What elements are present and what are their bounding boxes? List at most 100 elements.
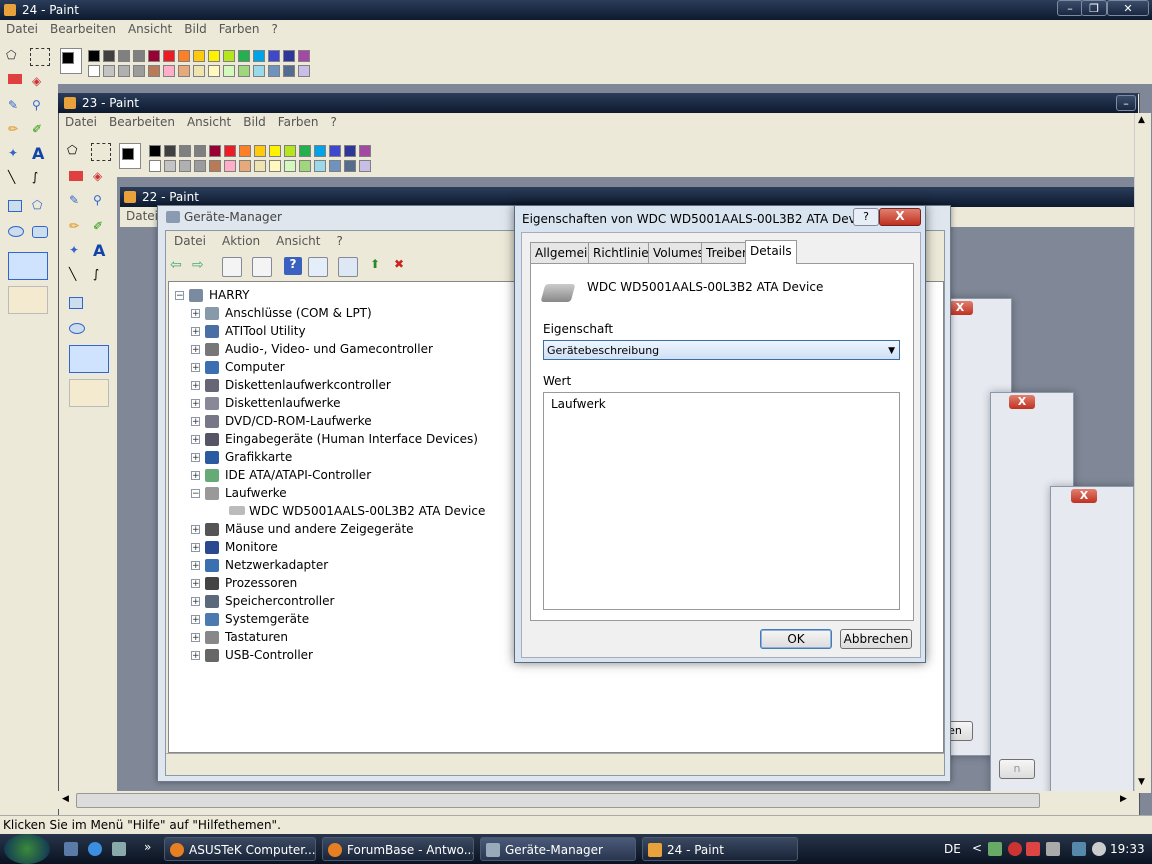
magnifier-icon[interactable]: ⚲ bbox=[32, 98, 52, 118]
tray-tool-icon[interactable] bbox=[1046, 842, 1060, 856]
update-driver-icon[interactable]: ⬆ bbox=[370, 257, 388, 275]
tray-app-icon[interactable] bbox=[988, 842, 1002, 856]
palette-swatch[interactable] bbox=[299, 160, 311, 172]
palette-swatch[interactable] bbox=[283, 50, 295, 62]
expand-icon[interactable]: + bbox=[191, 525, 200, 535]
rectangle-icon[interactable] bbox=[69, 297, 83, 309]
palette-swatch[interactable] bbox=[283, 65, 295, 77]
palette-swatch[interactable] bbox=[88, 65, 100, 77]
network-icon[interactable] bbox=[1072, 842, 1086, 856]
volume-icon[interactable] bbox=[1092, 842, 1106, 856]
paint23-titlebar[interactable]: 23 - Paint – bbox=[58, 93, 1138, 113]
palette-swatch[interactable] bbox=[224, 145, 236, 157]
menu-datei[interactable]: Datei bbox=[59, 113, 103, 131]
dialog-button-partial[interactable]: n bbox=[999, 759, 1035, 779]
palette-swatch[interactable] bbox=[359, 145, 371, 157]
expand-icon[interactable]: + bbox=[191, 579, 200, 589]
palette-swatch[interactable] bbox=[103, 65, 115, 77]
properties-dialog[interactable]: Eigenschaften von WDC WD5001AALS-00L3B2 … bbox=[514, 205, 926, 663]
tray-expand-icon[interactable]: < bbox=[972, 841, 982, 855]
palette-swatch[interactable] bbox=[269, 160, 281, 172]
property-select[interactable]: Gerätebeschreibung ▼ bbox=[543, 340, 900, 360]
up-icon[interactable] bbox=[222, 257, 242, 277]
palette-swatch[interactable] bbox=[88, 50, 100, 62]
palette-swatch[interactable] bbox=[344, 145, 356, 157]
free-select-icon[interactable]: ⬠ bbox=[67, 143, 87, 163]
rect-select-icon[interactable] bbox=[91, 143, 111, 161]
ellipse-icon[interactable] bbox=[8, 226, 24, 237]
palette-swatch[interactable] bbox=[254, 145, 266, 157]
palette-swatch[interactable] bbox=[239, 145, 251, 157]
palette-swatch[interactable] bbox=[238, 50, 250, 62]
pencil-icon[interactable]: ✏ bbox=[8, 122, 28, 142]
palette-swatch[interactable] bbox=[239, 160, 251, 172]
palette-swatch[interactable] bbox=[329, 160, 341, 172]
palette-swatch[interactable] bbox=[163, 50, 175, 62]
palette-swatch[interactable] bbox=[284, 160, 296, 172]
show-desktop-icon[interactable] bbox=[64, 842, 78, 856]
scroll-thumb[interactable] bbox=[76, 793, 1040, 808]
foreground-color[interactable] bbox=[62, 52, 74, 64]
tray-error-icon[interactable] bbox=[1008, 842, 1022, 856]
palette-swatch[interactable] bbox=[298, 50, 310, 62]
menu-farben[interactable]: Farben bbox=[213, 20, 266, 38]
airbrush-icon[interactable]: ✦ bbox=[69, 243, 89, 263]
expand-icon[interactable]: + bbox=[191, 327, 200, 337]
expand-icon[interactable]: + bbox=[191, 471, 200, 481]
palette-swatch[interactable] bbox=[268, 50, 280, 62]
foreground-color[interactable] bbox=[122, 148, 134, 160]
value-list[interactable]: Laufwerk bbox=[543, 392, 900, 610]
palette-swatch[interactable] bbox=[148, 65, 160, 77]
minimize-button[interactable]: – bbox=[1057, 0, 1083, 16]
value-item[interactable]: Laufwerk bbox=[551, 397, 606, 411]
view-icon[interactable] bbox=[308, 257, 328, 277]
opaque-mode-icon[interactable] bbox=[69, 379, 109, 407]
eraser-icon[interactable] bbox=[8, 74, 22, 84]
taskbar-item-asus[interactable]: ASUSTeK Computer... bbox=[164, 837, 316, 861]
palette-swatch[interactable] bbox=[149, 160, 161, 172]
pick-color-icon[interactable]: ✎ bbox=[69, 193, 89, 213]
expand-icon[interactable]: + bbox=[191, 309, 200, 319]
menu-ansicht[interactable]: Ansicht bbox=[268, 231, 328, 251]
menu-bearbeiten[interactable]: Bearbeiten bbox=[44, 20, 122, 38]
scroll-left-icon[interactable]: ◀ bbox=[62, 794, 69, 804]
menu-datei[interactable]: Datei bbox=[0, 20, 44, 38]
pencil-icon[interactable]: ✏ bbox=[69, 219, 89, 239]
close-button[interactable]: X bbox=[1071, 489, 1097, 503]
close-button[interactable]: ✕ bbox=[1107, 0, 1149, 16]
tray-k-icon[interactable] bbox=[1026, 842, 1040, 856]
eraser-icon[interactable] bbox=[69, 171, 83, 181]
brush-icon[interactable]: ✐ bbox=[32, 122, 52, 142]
palette-swatch[interactable] bbox=[344, 160, 356, 172]
forward-icon[interactable]: ⇨ bbox=[192, 257, 210, 275]
menu-bearbeiten[interactable]: Bearbeiten bbox=[103, 113, 181, 131]
palette-swatch[interactable] bbox=[149, 145, 161, 157]
palette-swatch[interactable] bbox=[359, 160, 371, 172]
palette-swatch[interactable] bbox=[179, 160, 191, 172]
palette-swatch[interactable] bbox=[194, 160, 206, 172]
menu-datei[interactable]: Datei bbox=[166, 231, 214, 251]
text-icon[interactable]: A bbox=[32, 144, 52, 164]
curve-icon[interactable]: ∫ bbox=[93, 267, 113, 287]
curve-icon[interactable]: ∫ bbox=[32, 170, 52, 190]
vertical-scrollbar[interactable]: ▲ ▼ bbox=[1134, 113, 1151, 793]
palette-swatch[interactable] bbox=[164, 145, 176, 157]
expand-icon[interactable]: + bbox=[191, 363, 200, 373]
menu-help[interactable]: ? bbox=[328, 231, 350, 251]
palette-swatch[interactable] bbox=[178, 65, 190, 77]
palette-swatch[interactable] bbox=[209, 160, 221, 172]
brush-icon[interactable]: ✐ bbox=[93, 219, 113, 239]
transparent-mode-icon[interactable] bbox=[69, 345, 109, 373]
minimize-button[interactable]: – bbox=[1116, 95, 1136, 111]
scroll-up-icon[interactable]: ▲ bbox=[1138, 115, 1145, 125]
palette-swatch[interactable] bbox=[179, 145, 191, 157]
tab-volumes[interactable]: Volumes bbox=[648, 242, 709, 263]
palette-swatch[interactable] bbox=[133, 65, 145, 77]
palette-swatch[interactable] bbox=[163, 65, 175, 77]
expand-icon[interactable]: + bbox=[191, 597, 200, 607]
expand-icon[interactable]: + bbox=[191, 453, 200, 463]
close-button[interactable]: X bbox=[1009, 395, 1035, 409]
line-icon[interactable]: ╲ bbox=[69, 267, 89, 287]
pick-color-icon[interactable]: ✎ bbox=[8, 98, 28, 118]
uninstall-icon[interactable]: ✖ bbox=[394, 257, 412, 275]
